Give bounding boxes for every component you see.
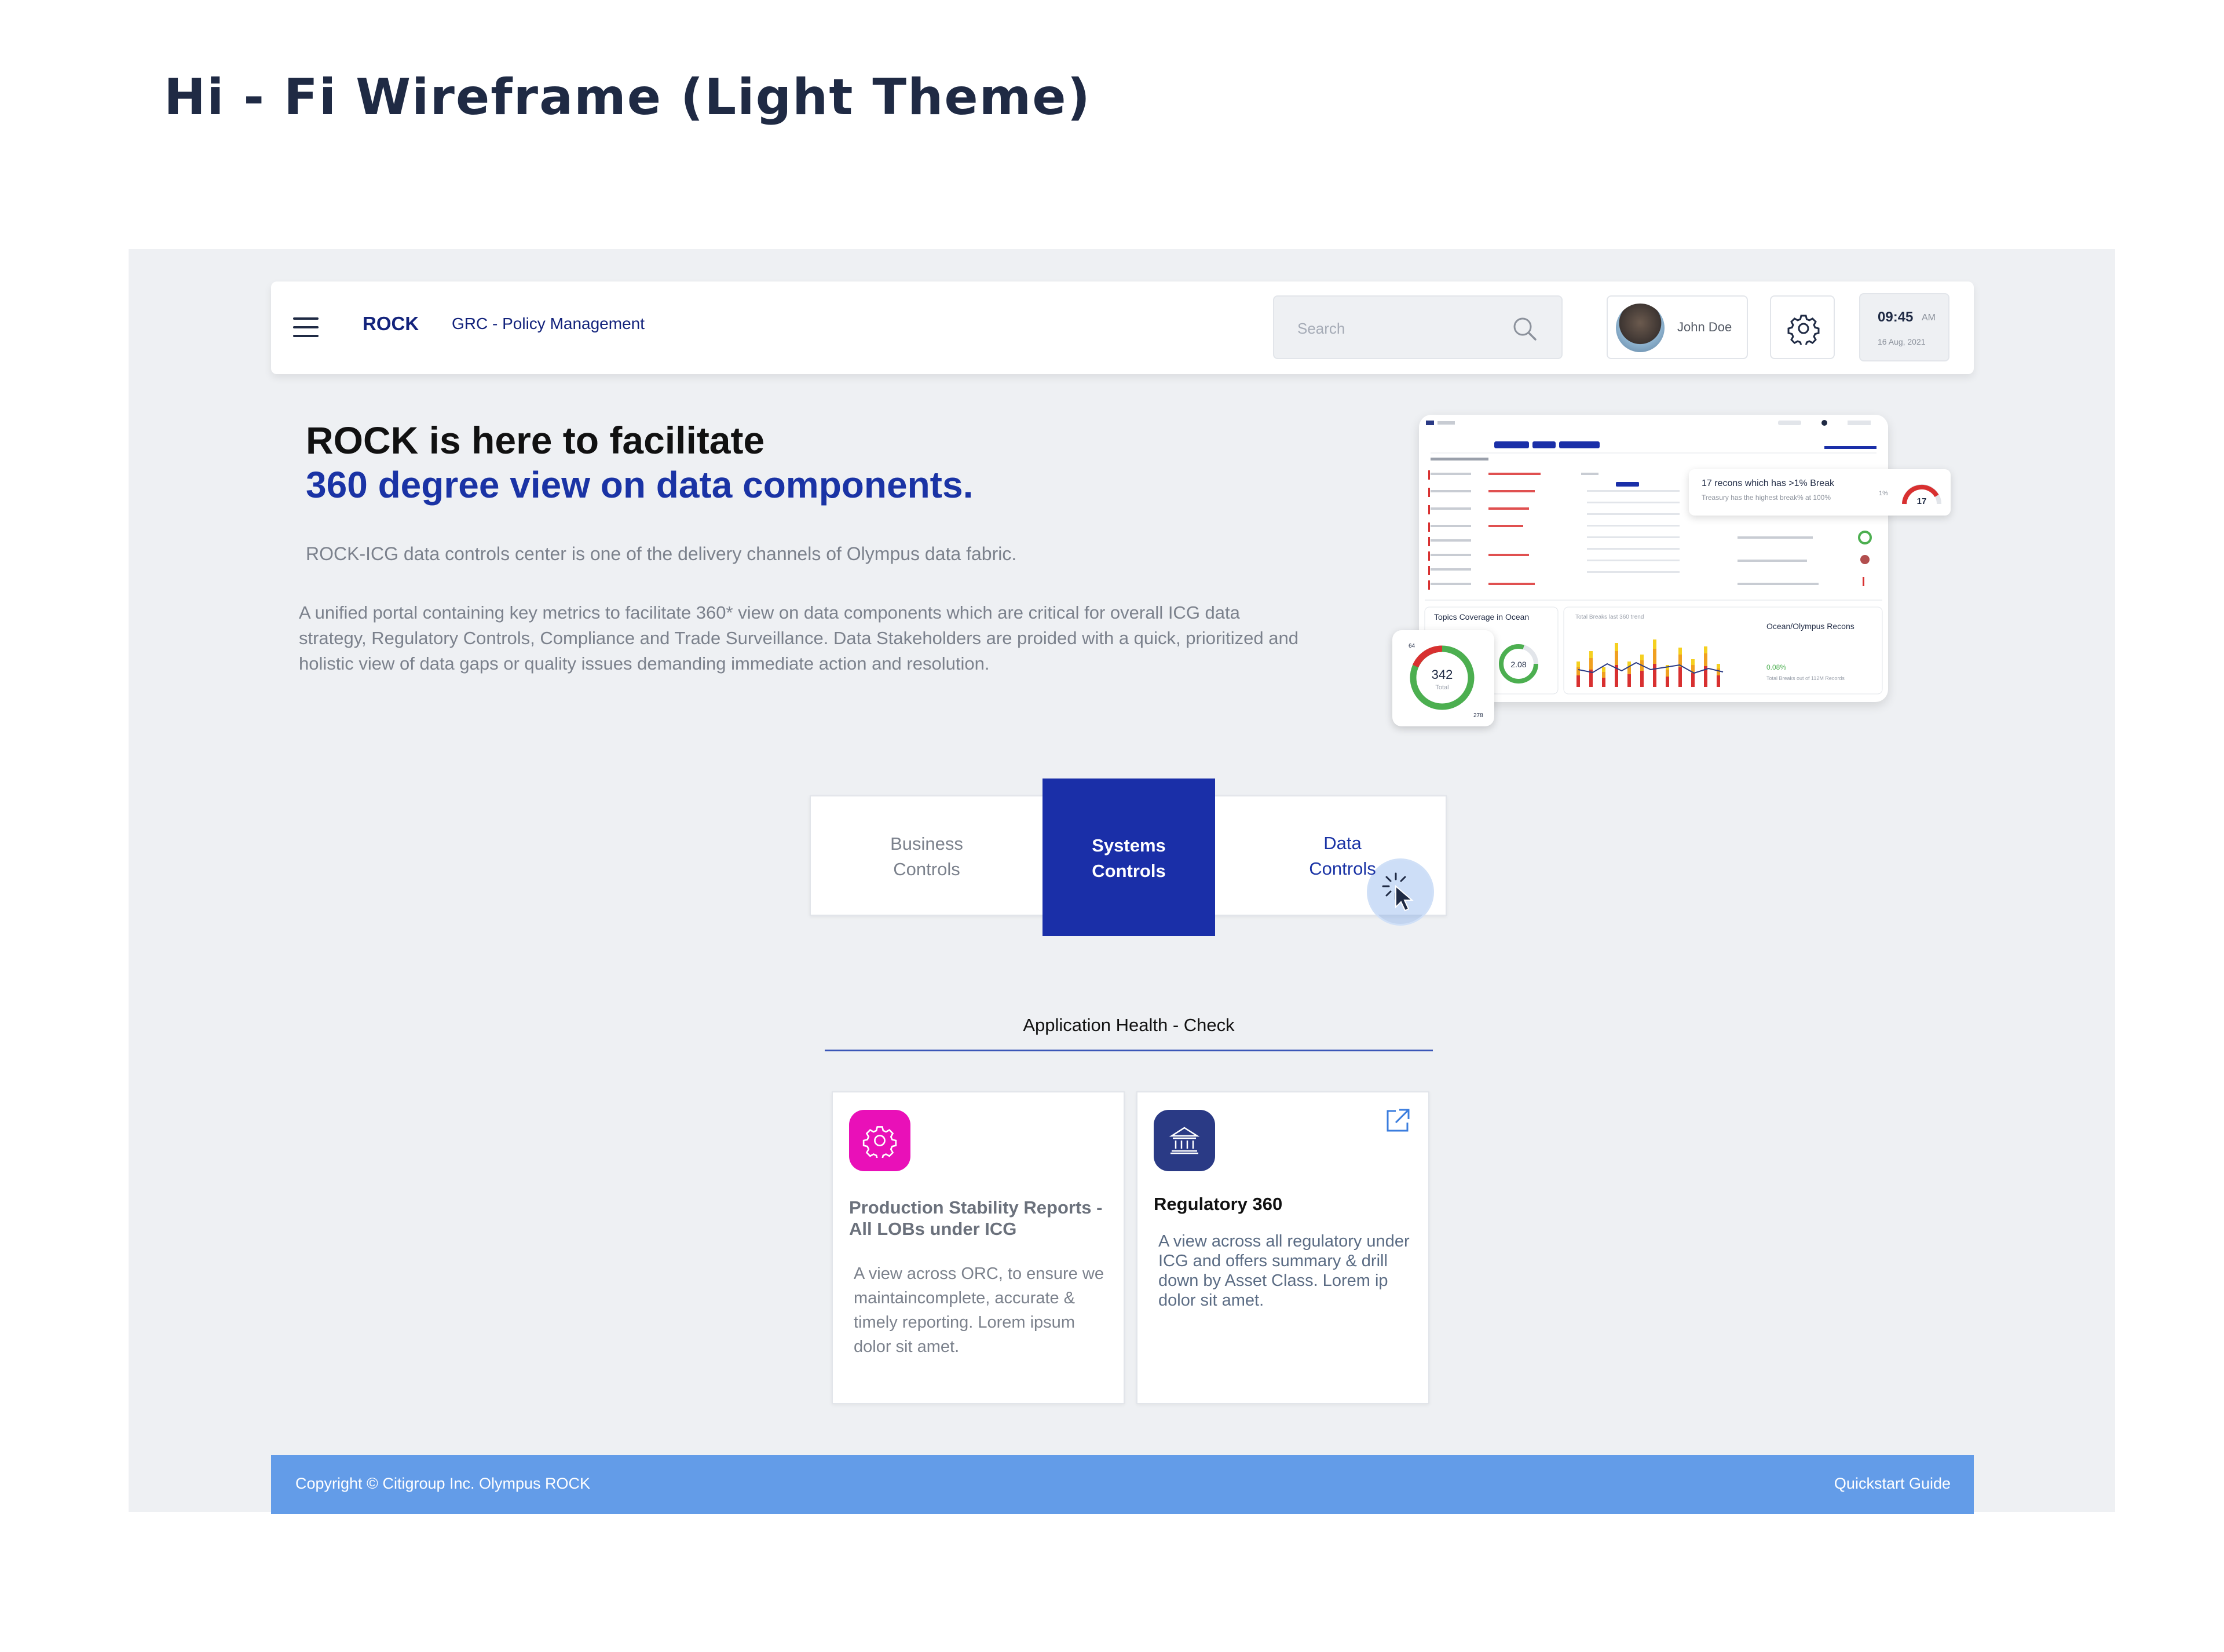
settings-button[interactable] [1770,295,1835,359]
tab-label-line: Systems [1092,835,1166,856]
preview-bar [1602,672,1605,678]
preview-bar [1691,659,1695,665]
hero-subtitle: ROCK-ICG data controls center is one of … [306,543,1017,564]
avatar [1616,304,1665,352]
preview-bar [1576,675,1580,687]
preview-bar [1653,664,1656,687]
preview-bar [1576,661,1580,667]
preview-bar [1615,643,1618,651]
user-name: John Doe [1677,320,1732,334]
clock-widget: 09:45 AM 16 Aug, 2021 [1859,293,1949,361]
tab-label-line: Business [890,834,963,854]
user-profile[interactable]: John Doe [1607,295,1748,359]
breaks-title: Total Breaks last 360 trend [1575,614,1644,620]
gear-icon [1787,315,1820,345]
callout-title: 17 recons which has >1% Break [1702,478,1835,488]
preview-bar [1653,639,1656,649]
tab-business-controls[interactable]: Business Controls [877,831,976,882]
ring-total: 342 [1432,667,1453,682]
brand-logo[interactable]: ROCK [363,313,419,335]
preview-bar [1717,664,1720,668]
preview-bar [1640,655,1644,660]
top-navbar: ROCK GRC - Policy Management John Doe 09… [271,282,1974,374]
preview-bar [1602,667,1605,672]
preview-bar [1704,646,1707,653]
gauge-icon: 17 [1902,484,1941,506]
preview-bar [1653,649,1656,664]
section-divider [825,1050,1433,1051]
gauge-value: 17 [1917,496,1927,506]
clock-time: 09:45 [1878,309,1914,325]
topics-ring-card: 342 Total 64 278 [1392,630,1494,726]
preview-bar [1704,653,1707,666]
card-regulatory-360[interactable]: Regulatory 360 A view across all regulat… [1136,1091,1429,1404]
card-badge [1154,1110,1215,1171]
small-ring-value: 2.08 [1510,660,1526,669]
quickstart-guide-link[interactable]: Quickstart Guide [1834,1475,1951,1493]
recons-text: Total Breaks out of 112M Records [1766,675,1845,681]
clock-date: 16 Aug, 2021 [1878,337,1926,346]
tab-label-line: Controls [893,859,960,879]
callout-text: Treasury has the highest break% at 100% [1702,494,1831,502]
preview-bar [1691,673,1695,687]
preview-bar [1678,667,1682,687]
ring-total-label: Total [1435,684,1448,691]
preview-bar [1589,651,1593,658]
preview-bar [1589,658,1593,670]
preview-bar [1666,677,1669,687]
preview-bar [1678,648,1682,655]
tab-systems-controls[interactable]: Systems Controls [1042,779,1215,936]
footer: Copyright © Citigroup Inc. Olympus ROCK … [271,1455,1974,1514]
hero-title-highlight: 360 degree view on data components. [306,464,974,506]
topics-title: Topics Coverage in Ocean [1434,612,1529,622]
preview-bar [1627,674,1631,687]
search-input[interactable] [1297,314,1506,343]
search-icon[interactable] [1512,316,1538,345]
clock-ampm: AM [1922,313,1936,323]
break-callout: 17 recons which has >1% Break Treasury h… [1689,469,1951,516]
card-title: Production Stability Reports - All LOBs … [849,1197,1103,1239]
page-heading: Hi - Fi Wireframe (Light Theme) [164,68,1091,126]
ring-bottom: 278 [1473,712,1483,719]
external-link-icon[interactable] [1383,1106,1412,1138]
breadcrumb[interactable]: GRC - Policy Management [452,315,645,333]
cursor-icon [1382,872,1414,912]
preview-bar [1717,668,1720,675]
preview-bar [1666,670,1669,677]
preview-bar [1640,671,1644,687]
hamburger-menu-icon[interactable] [293,317,319,337]
preview-bar [1602,678,1605,687]
card-production-stability[interactable]: Production Stability Reports - All LOBs … [832,1091,1125,1404]
card-badge [849,1110,910,1171]
hero-description: A unified portal containing key metrics … [299,602,1298,674]
topics-ring: 342 Total 64 278 [1409,643,1483,719]
tab-label-line: Data [1323,833,1362,853]
recons-title: Ocean/Olympus Recons [1766,622,1854,631]
app-health-title: Application Health - Check [1023,1015,1235,1035]
ring-top: 64 [1409,643,1415,649]
card-description: A view across all regulatory under ICG a… [1158,1232,1410,1310]
preview-bar [1717,675,1720,687]
gear-icon [862,1126,897,1158]
preview-bar [1615,651,1618,665]
card-description: A view across ORC, to ensure we maintain… [854,1264,1104,1356]
hero-title: ROCK is here to facilitate [306,419,765,462]
gauge-left-label: 1% [1879,490,1888,497]
search-box [1273,295,1563,359]
preview-bar [1576,667,1580,675]
copyright-text: Copyright © Citigroup Inc. Olympus ROCK [295,1475,591,1492]
tab-label-line: Controls [1092,861,1166,881]
preview-bar [1627,667,1631,674]
card-title: Regulatory 360 [1154,1194,1283,1214]
bank-icon [1169,1127,1200,1154]
recons-value: 0.08% [1766,663,1786,671]
